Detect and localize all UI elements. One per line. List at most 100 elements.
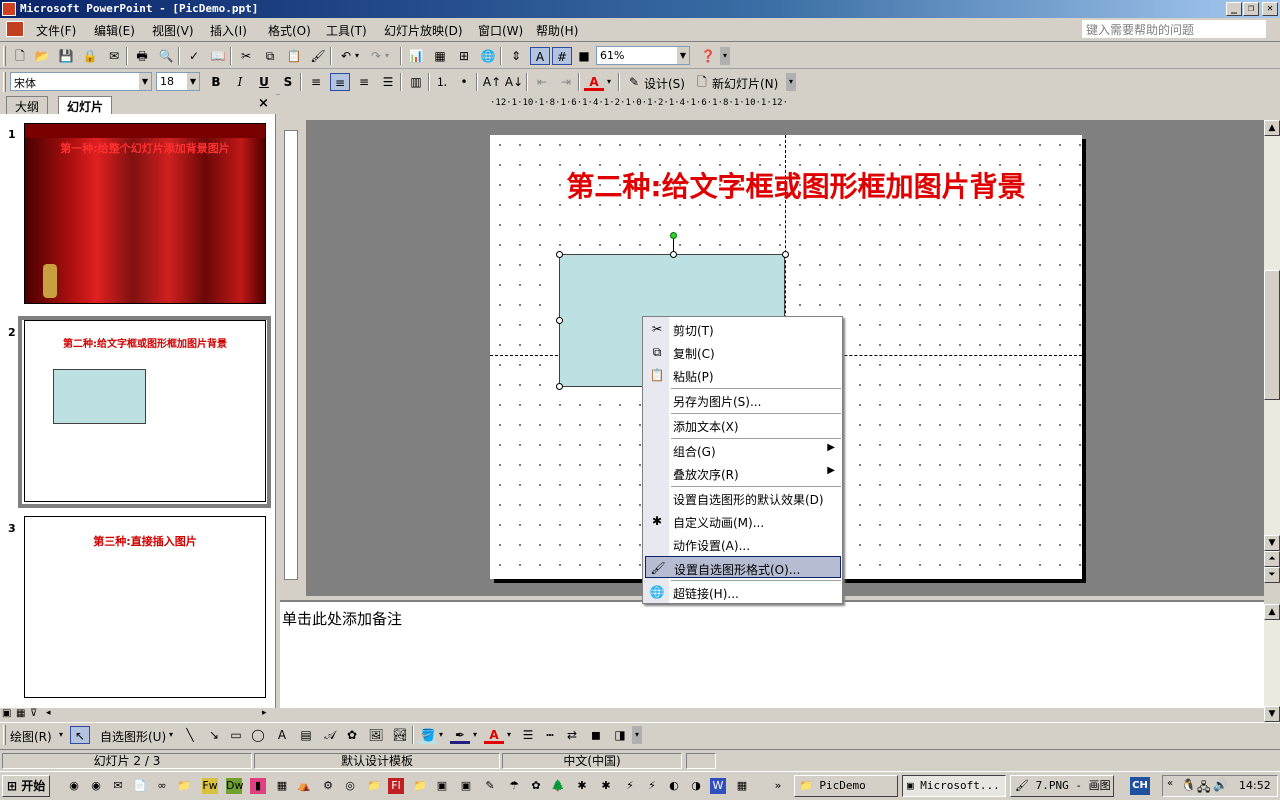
app-icon[interactable]: W	[710, 778, 726, 794]
app-icon[interactable]: ✿	[528, 778, 544, 794]
restore-button[interactable]: ❐	[1243, 2, 1259, 16]
task-powerpoint[interactable]: ▣ Microsoft...	[902, 775, 1006, 797]
app-icon[interactable]: ▣	[434, 778, 450, 794]
permission-icon[interactable]: 🔒	[80, 47, 100, 65]
notes-scroll-up-icon[interactable]: ▲	[1264, 604, 1280, 620]
shadow-button[interactable]: S	[278, 73, 298, 91]
document-icon[interactable]	[6, 21, 24, 37]
menu-item-group[interactable]: 组合(G) ▶	[645, 439, 841, 461]
new-icon[interactable]: 🗋	[10, 47, 30, 65]
clock[interactable]: 14:52	[1239, 779, 1271, 792]
align-center-icon[interactable]: ≡	[330, 73, 350, 91]
show-formatting-icon[interactable]: A	[530, 47, 550, 65]
new-slide-button[interactable]: 新幻灯片(N)	[712, 75, 778, 92]
quicklaunch-more-icon[interactable]: »	[770, 778, 786, 794]
font-color-icon[interactable]: A	[584, 73, 604, 91]
font-size-select[interactable]: 18 ▼	[156, 72, 200, 91]
textbox-tool-icon[interactable]: A	[272, 726, 292, 744]
toolbar-grip[interactable]	[3, 72, 6, 92]
new-slide-icon[interactable]: 🗋	[692, 73, 712, 91]
close-button[interactable]: ✕	[1262, 2, 1278, 16]
chevron-down-icon[interactable]: ▾	[470, 726, 480, 744]
tree-icon[interactable]: 🌲	[550, 778, 566, 794]
slide-sorter-icon[interactable]: ▦	[16, 708, 25, 719]
resize-handle[interactable]	[556, 383, 563, 390]
menu-help[interactable]: 帮助(H)	[536, 22, 578, 39]
app-icon[interactable]: ▦	[274, 778, 290, 794]
chevron-down-icon[interactable]: ▾	[436, 726, 446, 744]
autoshapes-button[interactable]: 自选图形(U)	[100, 728, 166, 745]
arrow-tool-icon[interactable]: ↘	[204, 726, 224, 744]
previous-slide-icon[interactable]: ⏶	[1264, 551, 1280, 567]
app-icon[interactable]: ⚡	[622, 778, 638, 794]
app-icon[interactable]: ✱	[598, 778, 614, 794]
undo-dropdown-icon[interactable]: ▾	[352, 47, 362, 65]
file-icon[interactable]: 📄	[132, 778, 148, 794]
chrome-icon[interactable]: ◉	[66, 778, 82, 794]
app-icon[interactable]: ◎	[342, 778, 358, 794]
diagram-icon[interactable]: ✿	[342, 726, 362, 744]
underline-button[interactable]: U	[254, 73, 274, 91]
slide-thumbnail-2[interactable]: 第二种:给文字框或图形框加图片背景	[24, 320, 266, 502]
qq-icon[interactable]: 🐧	[1181, 778, 1196, 792]
input-language-indicator[interactable]: CH	[1130, 777, 1150, 795]
line-style-icon[interactable]: ☰	[518, 726, 538, 744]
vertical-textbox-icon[interactable]: ▤	[296, 726, 316, 744]
browser-icon[interactable]: ◉	[88, 778, 104, 794]
menu-item-custom-animation[interactable]: ✱ 自定义动画(M)...	[645, 510, 841, 532]
menu-item-paste[interactable]: 📋 粘贴(P)	[645, 364, 841, 386]
app-icon[interactable]: ▮	[250, 778, 266, 794]
folder-icon[interactable]: 📁	[366, 778, 382, 794]
menu-item-format-autoshape[interactable]: 🖌 设置自选图形格式(O)...	[645, 556, 841, 578]
select-objects-icon[interactable]: ↖	[70, 726, 90, 744]
app-icon[interactable]: ▣	[458, 778, 474, 794]
slide-title[interactable]: 第二种:给文字框或图形框加图片背景	[490, 165, 1082, 205]
cut-icon[interactable]: ✂	[236, 47, 256, 65]
menu-item-set-default[interactable]: 设置自选图形的默认效果(D)	[645, 487, 841, 509]
app-icon[interactable]: ▦	[734, 778, 750, 794]
notepad-icon[interactable]: ✎	[482, 778, 498, 794]
numbering-icon[interactable]: ⒈	[432, 73, 452, 91]
design-button[interactable]: 设计(S)	[644, 75, 685, 92]
wordart-icon[interactable]: 𝒜	[320, 726, 340, 744]
shadow-style-icon[interactable]: ◼	[586, 726, 606, 744]
insert-picture-icon[interactable]: 🏞	[390, 726, 410, 744]
scroll-down-icon[interactable]: ▼	[1264, 535, 1280, 551]
redo-dropdown-icon[interactable]: ▾	[382, 47, 392, 65]
dash-style-icon[interactable]: ┅	[540, 726, 560, 744]
app-icon[interactable]: ✱	[574, 778, 590, 794]
notes-pane[interactable]: 单击此处添加备注	[280, 600, 1264, 708]
app-icon[interactable]: ☂	[506, 778, 522, 794]
show-grid-icon[interactable]: #	[552, 47, 572, 65]
print-preview-icon[interactable]: 🔍	[156, 47, 176, 65]
align-right-icon[interactable]: ≡	[354, 73, 374, 91]
increase-indent-icon[interactable]: ⇥	[556, 73, 576, 91]
rectangle-tool-icon[interactable]: ▭	[226, 726, 246, 744]
menu-format[interactable]: 格式(O)	[268, 22, 311, 39]
arrow-style-icon[interactable]: ⇄	[562, 726, 582, 744]
slide-thumbnail-1[interactable]: 第一种:给整个幻灯片添加背景图片	[24, 123, 266, 304]
minimize-button[interactable]: _	[1226, 2, 1242, 16]
paste-icon[interactable]: 📋	[284, 47, 304, 65]
menu-item-cut[interactable]: ✂ 剪切(T)	[645, 318, 841, 340]
chevron-down-icon[interactable]: ▾	[504, 726, 514, 744]
insert-chart-icon[interactable]: 📊	[406, 47, 426, 65]
menu-item-action-settings[interactable]: 动作设置(A)...	[645, 533, 841, 555]
menu-insert[interactable]: 插入(I)	[210, 22, 247, 39]
3d-style-icon[interactable]: ◨	[610, 726, 630, 744]
research-icon[interactable]: 📖	[208, 47, 228, 65]
app-icon[interactable]: ◑	[688, 778, 704, 794]
folder-icon[interactable]: 📁	[412, 778, 428, 794]
resize-handle[interactable]	[670, 251, 677, 258]
fireworks-icon[interactable]: Fw	[202, 778, 218, 794]
menu-item-hyperlink[interactable]: 🌐 超链接(H)...	[645, 581, 841, 603]
tab-slides[interactable]: 幻灯片	[58, 96, 113, 114]
task-picdemo[interactable]: 📁 PicDemo	[794, 775, 898, 797]
menu-item-order[interactable]: 叠放次序(R) ▶	[645, 462, 841, 484]
menu-view[interactable]: 视图(V)	[152, 22, 194, 39]
volume-icon[interactable]: 🔊	[1213, 778, 1228, 792]
clipart-icon[interactable]: 🖼	[366, 726, 386, 744]
decrease-font-icon[interactable]: A↓	[504, 73, 524, 91]
chevron-down-icon[interactable]: ▼	[187, 73, 199, 90]
scroll-right-icon[interactable]: ▸	[262, 708, 267, 718]
